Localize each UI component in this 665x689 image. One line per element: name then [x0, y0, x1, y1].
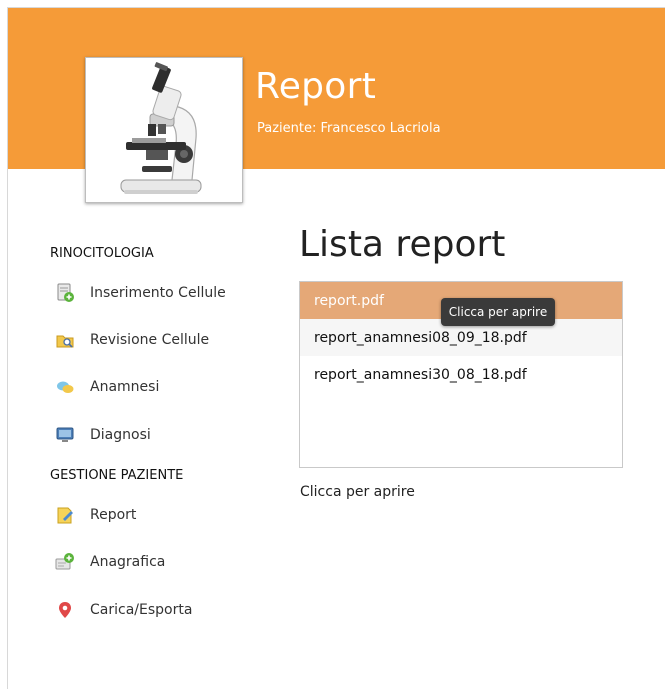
tooltip: Clicca per aprire [441, 298, 555, 326]
folder-search-icon [56, 335, 74, 348]
sidebar-item-diagnosi[interactable]: Diagnosi [54, 422, 151, 448]
page-title: Report [255, 66, 377, 107]
sidebar-item-label: Inserimento Cellule [90, 285, 226, 301]
sidebar-item-label: Anagrafica [90, 554, 166, 570]
sidebar-item-inserimento-cellule[interactable]: Inserimento Cellule [54, 280, 226, 306]
sidebar-item-label: Carica/Esporta [90, 602, 193, 618]
pencil-note-icon [57, 507, 73, 524]
app-window: Report Paziente: Francesco Lacriola RINO… [7, 7, 665, 689]
sidebar-item-anagrafica[interactable]: Anagrafica [54, 549, 165, 575]
sidebar-item-report[interactable]: Report [54, 502, 136, 528]
section-heading-gestione-paziente: GESTIONE PAZIENTE [50, 468, 184, 483]
monitor-icon [56, 427, 74, 442]
section-heading-rinocitologia: RINOCITOLOGIA [50, 246, 154, 261]
sidebar-item-anamnesi[interactable]: Anamnesi [54, 374, 159, 400]
sidebar-item-label: Diagnosi [90, 427, 151, 443]
patient-name: Paziente: Francesco Lacriola [257, 121, 441, 136]
document-add-icon [57, 283, 74, 302]
sidebar-item-carica-esporta[interactable]: Carica/Esporta [54, 597, 192, 623]
sidebar-item-label: Report [90, 507, 137, 523]
sidebar-item-label: Revisione Cellule [90, 332, 210, 348]
sidebar-item-revisione-cellule[interactable]: Revisione Cellule [54, 327, 209, 353]
sidebar-item-label: Anamnesi [90, 379, 160, 395]
logo-frame [85, 57, 243, 203]
chat-bubbles-icon [57, 381, 74, 393]
hint-text: Clicca per aprire [300, 484, 415, 500]
location-pin-icon [59, 602, 71, 618]
report-list-item[interactable]: report_anamnesi30_08_18.pdf [300, 356, 622, 393]
microscope-icon [120, 62, 202, 194]
id-card-add-icon [55, 553, 74, 570]
list-title: Lista report [299, 224, 506, 265]
